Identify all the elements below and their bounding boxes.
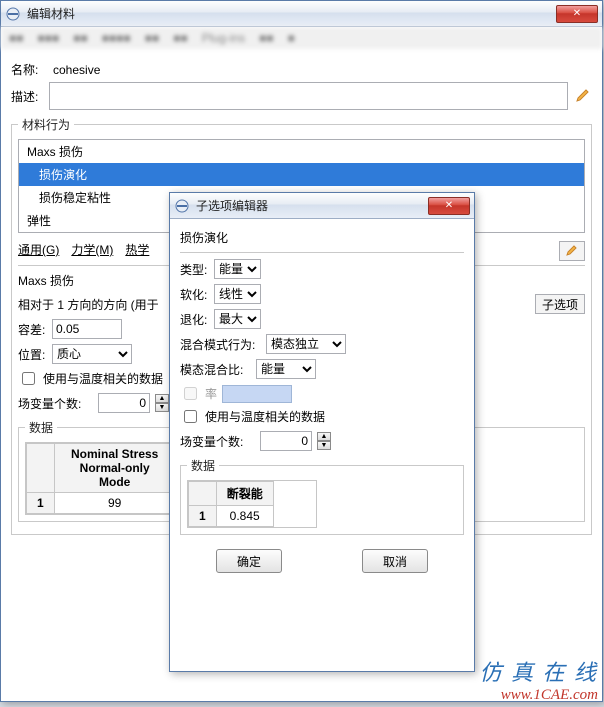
- type-select[interactable]: 能量: [214, 259, 261, 279]
- fieldvars-input[interactable]: [98, 393, 150, 413]
- cell[interactable]: 0.845: [216, 506, 273, 527]
- edit-desc-icon[interactable]: [574, 87, 592, 105]
- type-label: 类型:: [180, 261, 210, 278]
- list-item-selected[interactable]: 损伤演化: [19, 163, 584, 186]
- list-item[interactable]: Maxs 损伤: [19, 140, 584, 163]
- edit-tabs-button[interactable]: [559, 241, 585, 261]
- sub-temp-label: 使用与温度相关的数据: [205, 408, 325, 425]
- app-icon: [5, 6, 21, 22]
- sub-cancel-button[interactable]: 取消: [362, 549, 428, 573]
- mix-select[interactable]: 模态独立: [266, 334, 346, 354]
- ratio-select[interactable]: 能量: [256, 359, 316, 379]
- sub-close-icon[interactable]: ✕: [428, 197, 470, 215]
- table-row: 1 0.845: [189, 506, 274, 527]
- soft-select[interactable]: 线性: [214, 284, 261, 304]
- app-icon: [174, 198, 190, 214]
- desc-label: 描述:: [11, 88, 49, 105]
- main-menubar: ■■■■■■■■■■■■■■■Plug-ins■■■: [1, 27, 602, 49]
- rate-label: 率: [205, 385, 217, 402]
- main-title: 编辑材料: [27, 5, 556, 22]
- temp-data-checkbox[interactable]: [22, 372, 35, 385]
- fieldvars-spinner[interactable]: ▲▼: [155, 394, 169, 412]
- name-value: cohesive: [53, 63, 100, 77]
- fieldvars-label: 场变量个数:: [18, 395, 94, 412]
- rate-checkbox: [184, 387, 197, 400]
- tab-thermal[interactable]: 热学: [125, 241, 149, 261]
- tab-general[interactable]: 通用(G): [18, 241, 59, 261]
- main-titlebar: 编辑材料 ✕: [1, 1, 602, 27]
- tolerance-label: 容差:: [18, 321, 48, 338]
- name-label: 名称:: [11, 61, 49, 78]
- soft-label: 软化:: [180, 286, 210, 303]
- tab-mechanics[interactable]: 力学(M): [71, 241, 113, 261]
- degr-select[interactable]: 最大: [214, 309, 261, 329]
- tolerance-input[interactable]: [52, 319, 122, 339]
- sub-dialog: 子选项编辑器 ✕ 损伤演化 类型: 能量 软化: 线性 退化: 最大 混合模式行…: [169, 192, 475, 672]
- col-header: 断裂能: [216, 482, 273, 506]
- position-select[interactable]: 质心: [52, 344, 132, 364]
- ratio-label: 模态混合比:: [180, 361, 252, 378]
- sub-fieldvars-label: 场变量个数:: [180, 433, 256, 450]
- sub-title: 子选项编辑器: [196, 197, 428, 214]
- degr-label: 退化:: [180, 311, 210, 328]
- behavior-legend: 材料行为: [18, 116, 74, 133]
- rate-input: [222, 385, 292, 403]
- sub-fieldvars-spinner[interactable]: ▲▼: [317, 432, 331, 450]
- desc-input[interactable]: [49, 82, 568, 110]
- suboptions-button[interactable]: 子选项: [535, 294, 585, 314]
- mix-label: 混合模式行为:: [180, 336, 262, 353]
- col-header: Nominal Stress Normal-only Mode: [54, 444, 175, 493]
- position-label: 位置:: [18, 346, 48, 363]
- sub-titlebar: 子选项编辑器 ✕: [170, 193, 474, 219]
- temp-data-label: 使用与温度相关的数据: [43, 370, 163, 387]
- cell[interactable]: 99: [54, 493, 175, 514]
- sub-data-table[interactable]: 断裂能 1 0.845: [188, 481, 274, 527]
- sub-fieldvars-input[interactable]: [260, 431, 312, 451]
- sub-data-group: 数据 断裂能 1 0.845: [180, 457, 464, 535]
- main-close-icon[interactable]: ✕: [556, 5, 598, 23]
- sub-ok-button[interactable]: 确定: [216, 549, 282, 573]
- sub-temp-checkbox[interactable]: [184, 410, 197, 423]
- data-legend: 数据: [25, 419, 57, 436]
- sub-section-heading: 损伤演化: [180, 229, 464, 246]
- sub-data-legend: 数据: [187, 457, 219, 474]
